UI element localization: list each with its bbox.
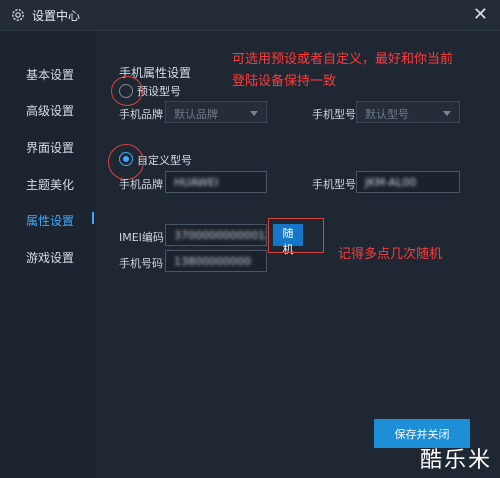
custom-brand-input[interactable]: HUAWEI — [165, 171, 267, 193]
sidebar-item-advanced[interactable]: 高级设置 — [26, 102, 74, 119]
active-item-indicator — [92, 212, 94, 224]
custom-model-label: 自定义型号 — [137, 154, 192, 167]
imei-label: IMEI编码 — [119, 231, 164, 244]
sidebar-item-basic[interactable]: 基本设置 — [26, 66, 74, 83]
gear-icon — [12, 9, 24, 21]
custom-brand-label: 手机品牌 — [119, 178, 163, 191]
annotation-circle-preset — [111, 76, 143, 106]
custom-model-field-label: 手机型号 — [312, 178, 356, 191]
phone-value: 13800000000 — [174, 255, 251, 268]
phone-label: 手机号码 — [119, 257, 163, 270]
preset-model-placeholder: 默认型号 — [365, 108, 409, 121]
sidebar-item-games[interactable]: 游戏设置 — [26, 249, 74, 266]
annotation-note-top-line1: 可选用预设或者自定义，最好和你当前 — [232, 52, 454, 67]
preset-brand-select[interactable]: 默认品牌 — [165, 101, 267, 123]
sidebar-item-interface[interactable]: 界面设置 — [26, 139, 74, 156]
preset-brand-label: 手机品牌 — [119, 108, 163, 121]
window-title: 设置中心 — [32, 9, 81, 23]
annotation-note-top-line2: 登陆设备保持一致 — [232, 74, 337, 89]
preset-model-label: 预设型号 — [137, 85, 181, 98]
custom-model-value: JKM-AL00 — [365, 176, 417, 189]
phone-input[interactable]: 13800000000 — [165, 250, 267, 272]
sidebar-item-properties[interactable]: 属性设置 — [26, 212, 74, 229]
custom-brand-value: HUAWEI — [174, 176, 219, 189]
imei-input[interactable]: 3700000000001238 — [165, 224, 267, 246]
preset-brand-placeholder: 默认品牌 — [174, 108, 218, 121]
close-icon[interactable]: ✕ — [473, 4, 488, 25]
custom-model-input[interactable]: JKM-AL00 — [356, 171, 460, 193]
preset-model-select[interactable]: 默认型号 — [356, 101, 460, 123]
chevron-down-icon — [443, 111, 451, 116]
annotation-note-random: 记得多点几次随机 — [338, 247, 443, 262]
imei-value: 3700000000001238 — [174, 229, 266, 242]
preset-model-field-label: 手机型号 — [312, 108, 356, 121]
sidebar-item-theme[interactable]: 主题美化 — [26, 176, 74, 193]
watermark: 酷乐米 — [419, 448, 492, 473]
annotation-rect-random — [268, 218, 324, 253]
annotation-circle-custom — [108, 144, 144, 180]
chevron-down-icon — [250, 111, 258, 116]
title-bar: 设置中心 ✕ — [0, 0, 500, 31]
